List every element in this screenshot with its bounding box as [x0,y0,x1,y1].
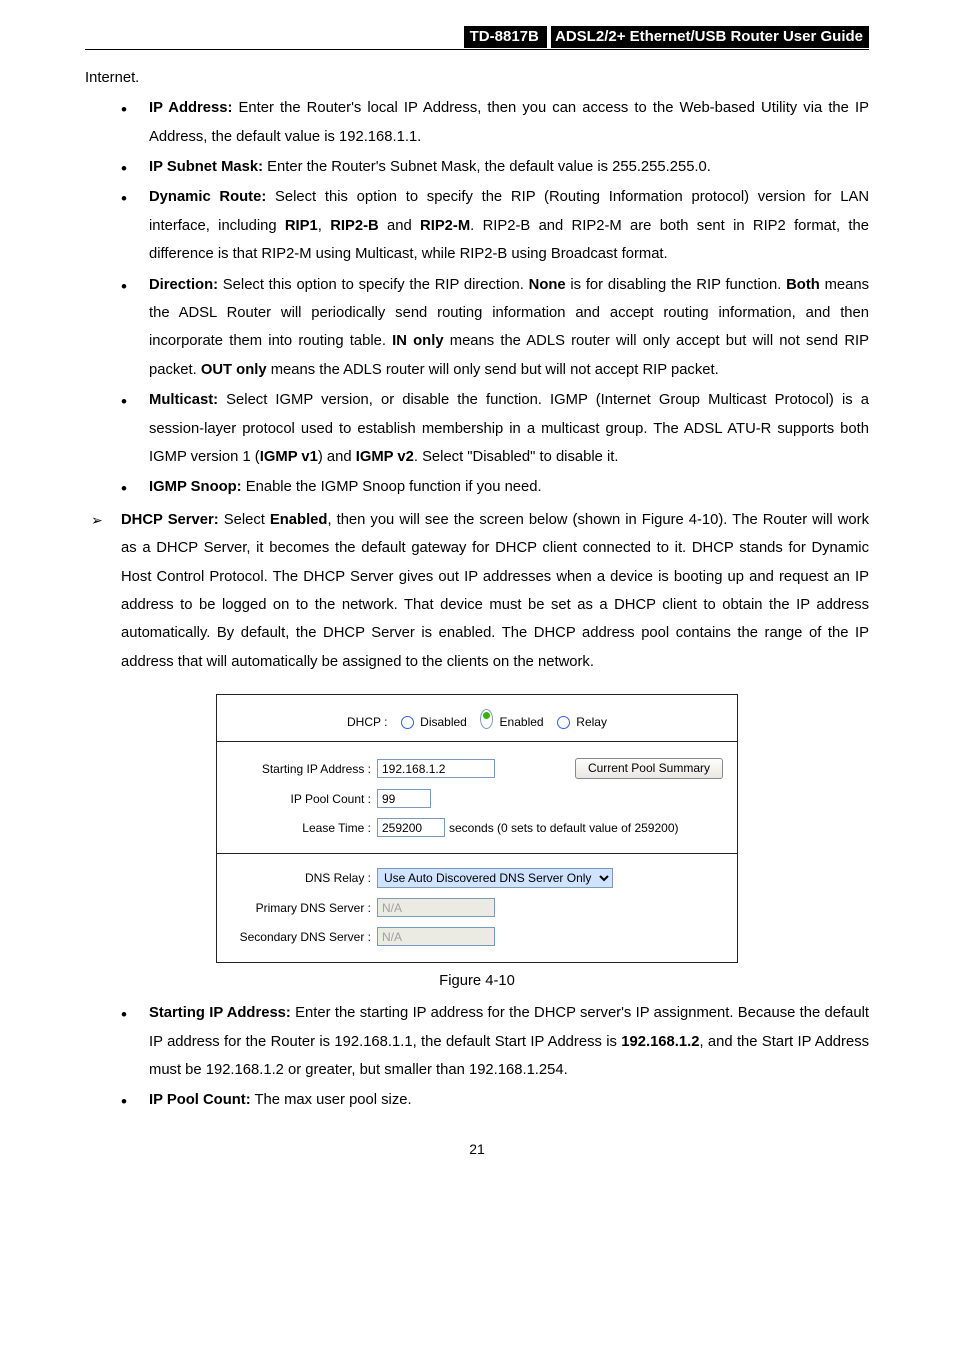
radio-enabled[interactable] [480,709,493,729]
feature-list: IP Address: Enter the Router's local IP … [85,94,869,502]
opt-disabled-label: Disabled [420,715,467,729]
label-text: ) and [318,449,356,465]
label-bold: None [529,277,566,293]
label-text: , [318,218,330,234]
label-bold: 192.168.1.2 [621,1034,699,1050]
label-text: The max user pool size. [251,1092,412,1108]
list-item: IP Address: Enter the Router's local IP … [149,94,869,151]
header-title: ADSL2/2+ Ethernet/USB Router User Guide [551,26,869,48]
starting-ip-label: Starting IP Address : [231,762,377,776]
ip-pool-label: IP Pool Count : [231,792,377,806]
list-item: Multicast: Select IGMP version, or disab… [149,386,869,471]
label-bold: DHCP Server: [121,512,219,528]
lease-time-label: Lease Time : [231,821,377,835]
label-bold: Dynamic Route: [149,189,266,205]
list-item: Starting IP Address: Enter the starting … [149,999,869,1084]
opt-relay-label: Relay [576,715,607,729]
label-bold: Direction: [149,277,218,293]
label-text: means the ADLS router will only send but… [267,362,719,378]
label-bold: RIP2-M [420,218,470,234]
label-bold: RIP2-B [330,218,379,234]
label-bold: IGMP Snoop: [149,479,242,495]
starting-ip-input[interactable] [377,759,495,778]
dhcp-mode-row: DHCP : Disabled Enabled Relay [217,695,737,742]
label-text: and [379,218,420,234]
list-item: IP Pool Count: The max user pool size. [149,1086,869,1114]
label-bold: RIP1 [285,218,318,234]
header-model: TD-8817B [464,26,547,48]
radio-disabled[interactable] [401,716,414,729]
label-text: Enter the Router's local IP Address, the… [149,100,869,144]
dhcp-panel: DHCP : Disabled Enabled Relay Starting I… [216,694,738,963]
label-bold: IN only [392,333,443,349]
ip-pool-input[interactable] [377,789,431,808]
label-text: , then you will see the screen below (sh… [121,512,869,670]
dhcp-label: DHCP : [347,715,391,729]
dns-relay-select[interactable]: Use Auto Discovered DNS Server Only [377,868,613,888]
primary-dns-input[interactable] [377,898,495,917]
figure-caption: Figure 4-10 [85,973,869,989]
label-bold: IGMP v2 [356,449,414,465]
label-bold: IP Subnet Mask: [149,159,263,175]
label-text: is for disabling the RIP function. [566,277,786,293]
lease-time-input[interactable] [377,818,445,837]
dhcp-server-item: DHCP Server: Select Enabled, then you wi… [85,506,869,676]
list-item: IP Subnet Mask: Enter the Router's Subne… [149,153,869,181]
primary-dns-label: Primary DNS Server : [231,901,377,915]
dhcp-field-list: Starting IP Address: Enter the starting … [85,999,869,1115]
label-text: Select [219,512,270,528]
label-bold: OUT only [201,362,267,378]
header-bar: TD-8817B ADSL2/2+ Ethernet/USB Router Us… [85,28,869,50]
page-number: 21 [85,1141,869,1157]
label-bold: Multicast: [149,392,218,408]
secondary-dns-input[interactable] [377,927,495,946]
label-text: . Select "Disabled" to disable it. [414,449,619,465]
radio-relay[interactable] [557,716,570,729]
label-text: Enter the Router's Subnet Mask, the defa… [263,159,711,175]
label-text: Select this option to specify the RIP di… [218,277,529,293]
list-item: IGMP Snoop: Enable the IGMP Snoop functi… [149,473,869,501]
secondary-dns-label: Secondary DNS Server : [231,930,377,944]
label-bold: IGMP v1 [260,449,318,465]
label-bold: IP Address: [149,100,232,116]
pool-summary-button[interactable]: Current Pool Summary [575,758,723,779]
label-bold: IP Pool Count: [149,1092,251,1108]
list-item: Dynamic Route: Select this option to spe… [149,183,869,268]
label-bold: Both [786,277,820,293]
dns-relay-label: DNS Relay : [231,871,377,885]
label-bold: Starting IP Address: [149,1005,291,1021]
label-bold: Enabled [270,512,328,528]
intro-text: Internet. [85,64,869,92]
list-item: Direction: Select this option to specify… [149,271,869,385]
opt-enabled-label: Enabled [500,715,544,729]
label-text: Enable the IGMP Snoop function if you ne… [242,479,542,495]
lease-suffix: seconds (0 sets to default value of 2592… [449,821,678,835]
